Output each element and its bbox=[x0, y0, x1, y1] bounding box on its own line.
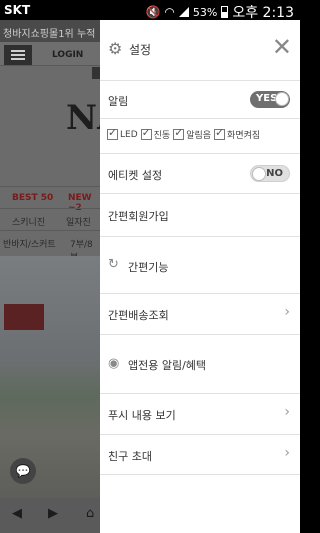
checkbox-label: LED bbox=[120, 129, 138, 140]
login-link: LOGIN bbox=[52, 50, 84, 60]
chevron-right-icon: › bbox=[284, 445, 290, 461]
carrier-label: SKT bbox=[4, 3, 31, 17]
etiquette-toggle-label: NO bbox=[266, 168, 283, 179]
clock: 오후 2:13 bbox=[232, 5, 294, 21]
checkbox-led[interactable]: LED bbox=[107, 126, 138, 141]
category-shorts: 반바지/스커트 bbox=[3, 240, 56, 250]
photo-sign bbox=[4, 304, 44, 330]
hamburger-menu-icon bbox=[4, 45, 32, 65]
category-row: 반바지/스커트 7부/8부 bbox=[0, 230, 100, 263]
checkbox-vibrate[interactable]: 진동 bbox=[140, 126, 171, 141]
alarm-options-row: LED 진동 알림음 화면켜짐 bbox=[100, 118, 300, 153]
checkbox-icon bbox=[214, 126, 226, 140]
status-icons: 🔇 ◠ 53% 오후 2:13 bbox=[145, 2, 294, 22]
site-nav: LOGIN bbox=[0, 42, 100, 66]
checkbox-label: 진동 bbox=[153, 131, 171, 141]
checkbox-sound[interactable]: 알림음 bbox=[173, 126, 212, 141]
battery-percent: 53% bbox=[192, 5, 218, 19]
target-icon: ◉ bbox=[108, 356, 120, 371]
invite-row[interactable]: 친구 초대 › bbox=[100, 434, 300, 475]
alarm-row: 알림 YES bbox=[100, 80, 300, 118]
chat-icon: 💬 bbox=[10, 458, 36, 484]
simple-join-row[interactable]: 간편회원가입 bbox=[100, 193, 300, 236]
category-straight: 일자진 bbox=[66, 218, 91, 228]
toggle-knob bbox=[275, 92, 289, 106]
refresh-icon: ↻ bbox=[108, 257, 119, 272]
signal-icon bbox=[178, 7, 189, 17]
category-skinny: 스키니진 bbox=[12, 218, 46, 228]
etiquette-row: 에티켓 설정 NO bbox=[100, 153, 300, 193]
invite-label: 친구 초대 bbox=[108, 450, 152, 463]
category-best: BEST 50 bbox=[12, 193, 54, 203]
shipping-row[interactable]: 간편배송조회 › bbox=[100, 293, 300, 334]
checkbox-screen-on[interactable]: 화면켜짐 bbox=[214, 126, 261, 141]
battery-icon bbox=[221, 6, 229, 18]
simple-func-label: 간편기능 bbox=[128, 261, 169, 274]
checkbox-label: 알림음 bbox=[186, 131, 212, 141]
home-icon: ⌂ bbox=[86, 506, 95, 521]
browser-bottom-nav: ◀ ▶ ⌂ bbox=[0, 498, 100, 533]
forward-arrow-icon: ▶ bbox=[48, 506, 58, 521]
settings-drawer: ⚙ 설정 ✕ 알림 YES LED 진동 알림음 화면켜짐 bbox=[100, 20, 300, 533]
alarm-label: 알림 bbox=[108, 95, 129, 108]
etiquette-label: 에티켓 설정 bbox=[108, 169, 163, 182]
category-row: 스키니진 일자진 bbox=[0, 208, 100, 230]
simple-func-row[interactable]: ↻ 간편기능 bbox=[100, 236, 300, 293]
app-alert-label: 앱전용 알림/혜택 bbox=[128, 359, 207, 372]
drawer-header: ⚙ 설정 ✕ bbox=[100, 20, 300, 80]
simple-join-label: 간편회원가입 bbox=[108, 210, 169, 223]
status-bar: SKT 🔇 ◠ 53% 오후 2:13 bbox=[0, 0, 300, 22]
checkbox-label: 화면켜짐 bbox=[227, 131, 261, 141]
shipping-label: 간편배송조회 bbox=[108, 309, 169, 322]
back-arrow-icon: ◀ bbox=[12, 506, 22, 521]
app-alert-row[interactable]: ◉ 앱전용 알림/혜택 bbox=[100, 334, 300, 393]
close-icon[interactable]: ✕ bbox=[272, 33, 292, 61]
checkbox-icon bbox=[140, 126, 152, 140]
checkbox-icon bbox=[173, 126, 185, 140]
background-webpage: 청바지쇼핑몰1위 누적 LOGIN NA BEST 50 NEW ~2 스키니진… bbox=[0, 20, 100, 533]
category-row: BEST 50 NEW ~2 bbox=[0, 186, 100, 213]
checkbox-icon bbox=[107, 126, 118, 140]
drawer-title: 설정 bbox=[129, 43, 152, 57]
alarm-toggle[interactable]: YES bbox=[250, 91, 290, 108]
bookmark-tag bbox=[92, 67, 100, 79]
wifi-icon: ◠ bbox=[164, 5, 175, 19]
chevron-right-icon: › bbox=[284, 404, 290, 420]
etiquette-toggle[interactable]: NO bbox=[250, 165, 290, 182]
promo-banner: 청바지쇼핑몰1위 누적 bbox=[0, 20, 100, 42]
mute-icon: 🔇 bbox=[145, 5, 161, 19]
site-logo: NA bbox=[66, 98, 100, 138]
push-view-row[interactable]: 푸시 내용 보기 › bbox=[100, 393, 300, 434]
toggle-knob bbox=[252, 167, 266, 181]
chevron-right-icon: › bbox=[284, 304, 290, 320]
push-view-label: 푸시 내용 보기 bbox=[108, 409, 176, 422]
gear-icon: ⚙ bbox=[108, 39, 123, 58]
